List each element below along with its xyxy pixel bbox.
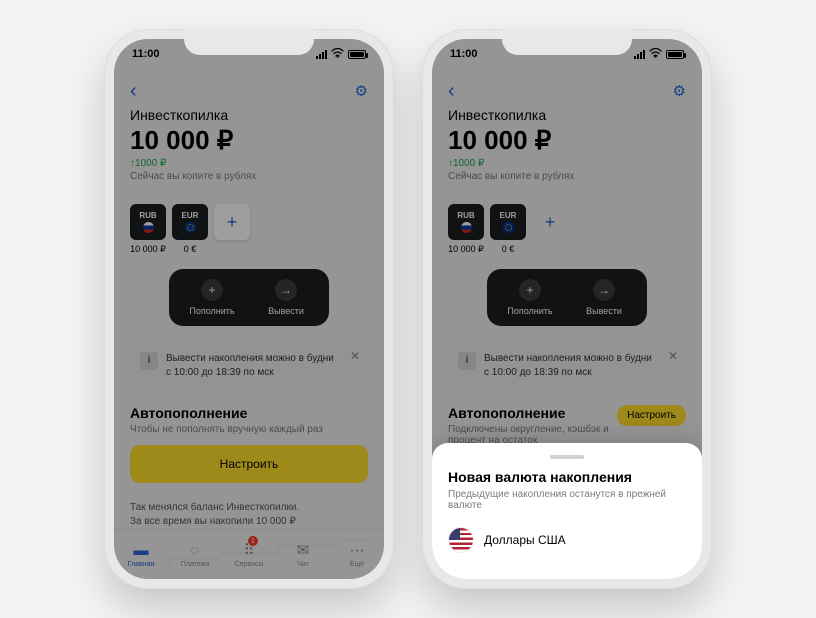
option-label: Доллары США bbox=[484, 533, 566, 547]
sheet-handle[interactable] bbox=[550, 455, 584, 459]
stage: 11:00 ‹ ⚙ Инвесткопилка 10 000 ₽ ↑1000 ₽ bbox=[0, 0, 816, 618]
dim-overlay bbox=[114, 39, 384, 579]
signal-icon bbox=[634, 50, 645, 59]
status-right bbox=[634, 48, 684, 61]
battery-icon bbox=[666, 50, 684, 59]
wifi-icon bbox=[331, 48, 344, 61]
flag-us-icon bbox=[448, 527, 474, 553]
screen-right: 11:00 ‹ ⚙ Инвесткопилка 10 000 ₽ ↑1000 ₽ bbox=[432, 39, 702, 579]
status-time: 11:00 bbox=[132, 48, 160, 60]
signal-icon bbox=[316, 50, 327, 59]
status-time: 11:00 bbox=[450, 48, 478, 60]
currency-option-usd[interactable]: Доллары США bbox=[448, 523, 686, 557]
notch bbox=[502, 29, 632, 55]
notch bbox=[184, 29, 314, 55]
phone-left: 11:00 ‹ ⚙ Инвесткопилка 10 000 ₽ ↑1000 ₽ bbox=[104, 29, 394, 589]
battery-icon bbox=[348, 50, 366, 59]
sheet-title: Новая валюта накопления bbox=[448, 469, 686, 485]
sheet-subtitle: Предыдущие накопления останутся в прежне… bbox=[448, 489, 686, 511]
wifi-icon bbox=[649, 48, 662, 61]
screen-left: 11:00 ‹ ⚙ Инвесткопилка 10 000 ₽ ↑1000 ₽ bbox=[114, 39, 384, 579]
bottom-sheet: Новая валюта накопления Предыдущие накоп… bbox=[432, 443, 702, 579]
status-right bbox=[316, 48, 366, 61]
phone-right: 11:00 ‹ ⚙ Инвесткопилка 10 000 ₽ ↑1000 ₽ bbox=[422, 29, 712, 589]
